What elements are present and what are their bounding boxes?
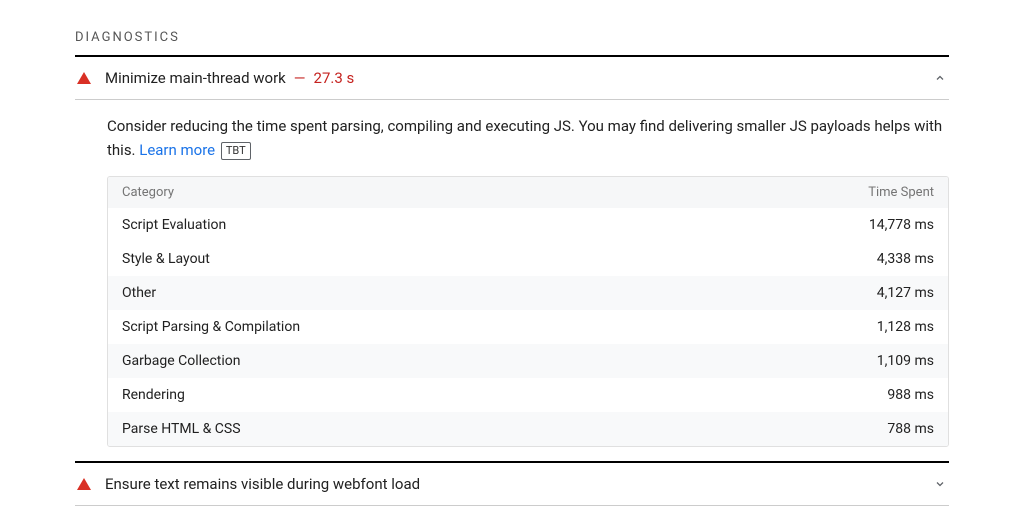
audit-title: Minimize main-thread work	[105, 69, 286, 87]
row-value: 14,778 ms	[869, 217, 934, 233]
warning-triangle-icon	[77, 72, 91, 84]
row-value: 1,128 ms	[877, 319, 934, 335]
row-label: Script Parsing & Compilation	[122, 319, 300, 335]
audit-row-main-thread[interactable]: Minimize main-thread work — 27.3 s	[75, 57, 949, 99]
row-value: 1,109 ms	[877, 353, 934, 369]
table-row: Other 4,127 ms	[108, 276, 948, 310]
chevron-down-icon[interactable]	[931, 475, 949, 493]
table-row: Rendering 988 ms	[108, 378, 948, 412]
table-header: Category Time Spent	[108, 177, 948, 208]
row-value: 988 ms	[887, 387, 934, 403]
audit-title: Ensure text remains visible during webfo…	[105, 475, 420, 493]
divider	[75, 505, 949, 506]
learn-more-link[interactable]: Learn more	[139, 141, 215, 159]
row-value: 788 ms	[887, 421, 934, 437]
tbt-badge: TBT	[221, 142, 251, 160]
row-label: Rendering	[122, 387, 185, 403]
audit-dash: —	[294, 69, 306, 87]
chevron-up-icon[interactable]	[931, 69, 949, 87]
details-table: Category Time Spent Script Evaluation 14…	[107, 176, 949, 447]
table-row: Parse HTML & CSS 788 ms	[108, 412, 948, 446]
table-row: Style & Layout 4,338 ms	[108, 242, 948, 276]
table-row: Garbage Collection 1,109 ms	[108, 344, 948, 378]
row-label: Style & Layout	[122, 251, 210, 267]
audit-row-webfont[interactable]: Ensure text remains visible during webfo…	[75, 463, 949, 505]
table-row: Script Parsing & Compilation 1,128 ms	[108, 310, 948, 344]
row-value: 4,127 ms	[877, 285, 934, 301]
section-header: DIAGNOSTICS	[75, 30, 949, 45]
col-header-category: Category	[122, 185, 174, 200]
col-header-time: Time Spent	[868, 185, 934, 200]
row-value: 4,338 ms	[877, 251, 934, 267]
row-label: Other	[122, 285, 156, 301]
row-label: Garbage Collection	[122, 353, 241, 369]
audit-value: 27.3 s	[314, 69, 355, 87]
audit-description: Consider reducing the time spent parsing…	[75, 100, 949, 176]
row-label: Parse HTML & CSS	[122, 421, 241, 437]
table-row: Script Evaluation 14,778 ms	[108, 208, 948, 242]
warning-triangle-icon	[77, 478, 91, 490]
row-label: Script Evaluation	[122, 217, 226, 233]
